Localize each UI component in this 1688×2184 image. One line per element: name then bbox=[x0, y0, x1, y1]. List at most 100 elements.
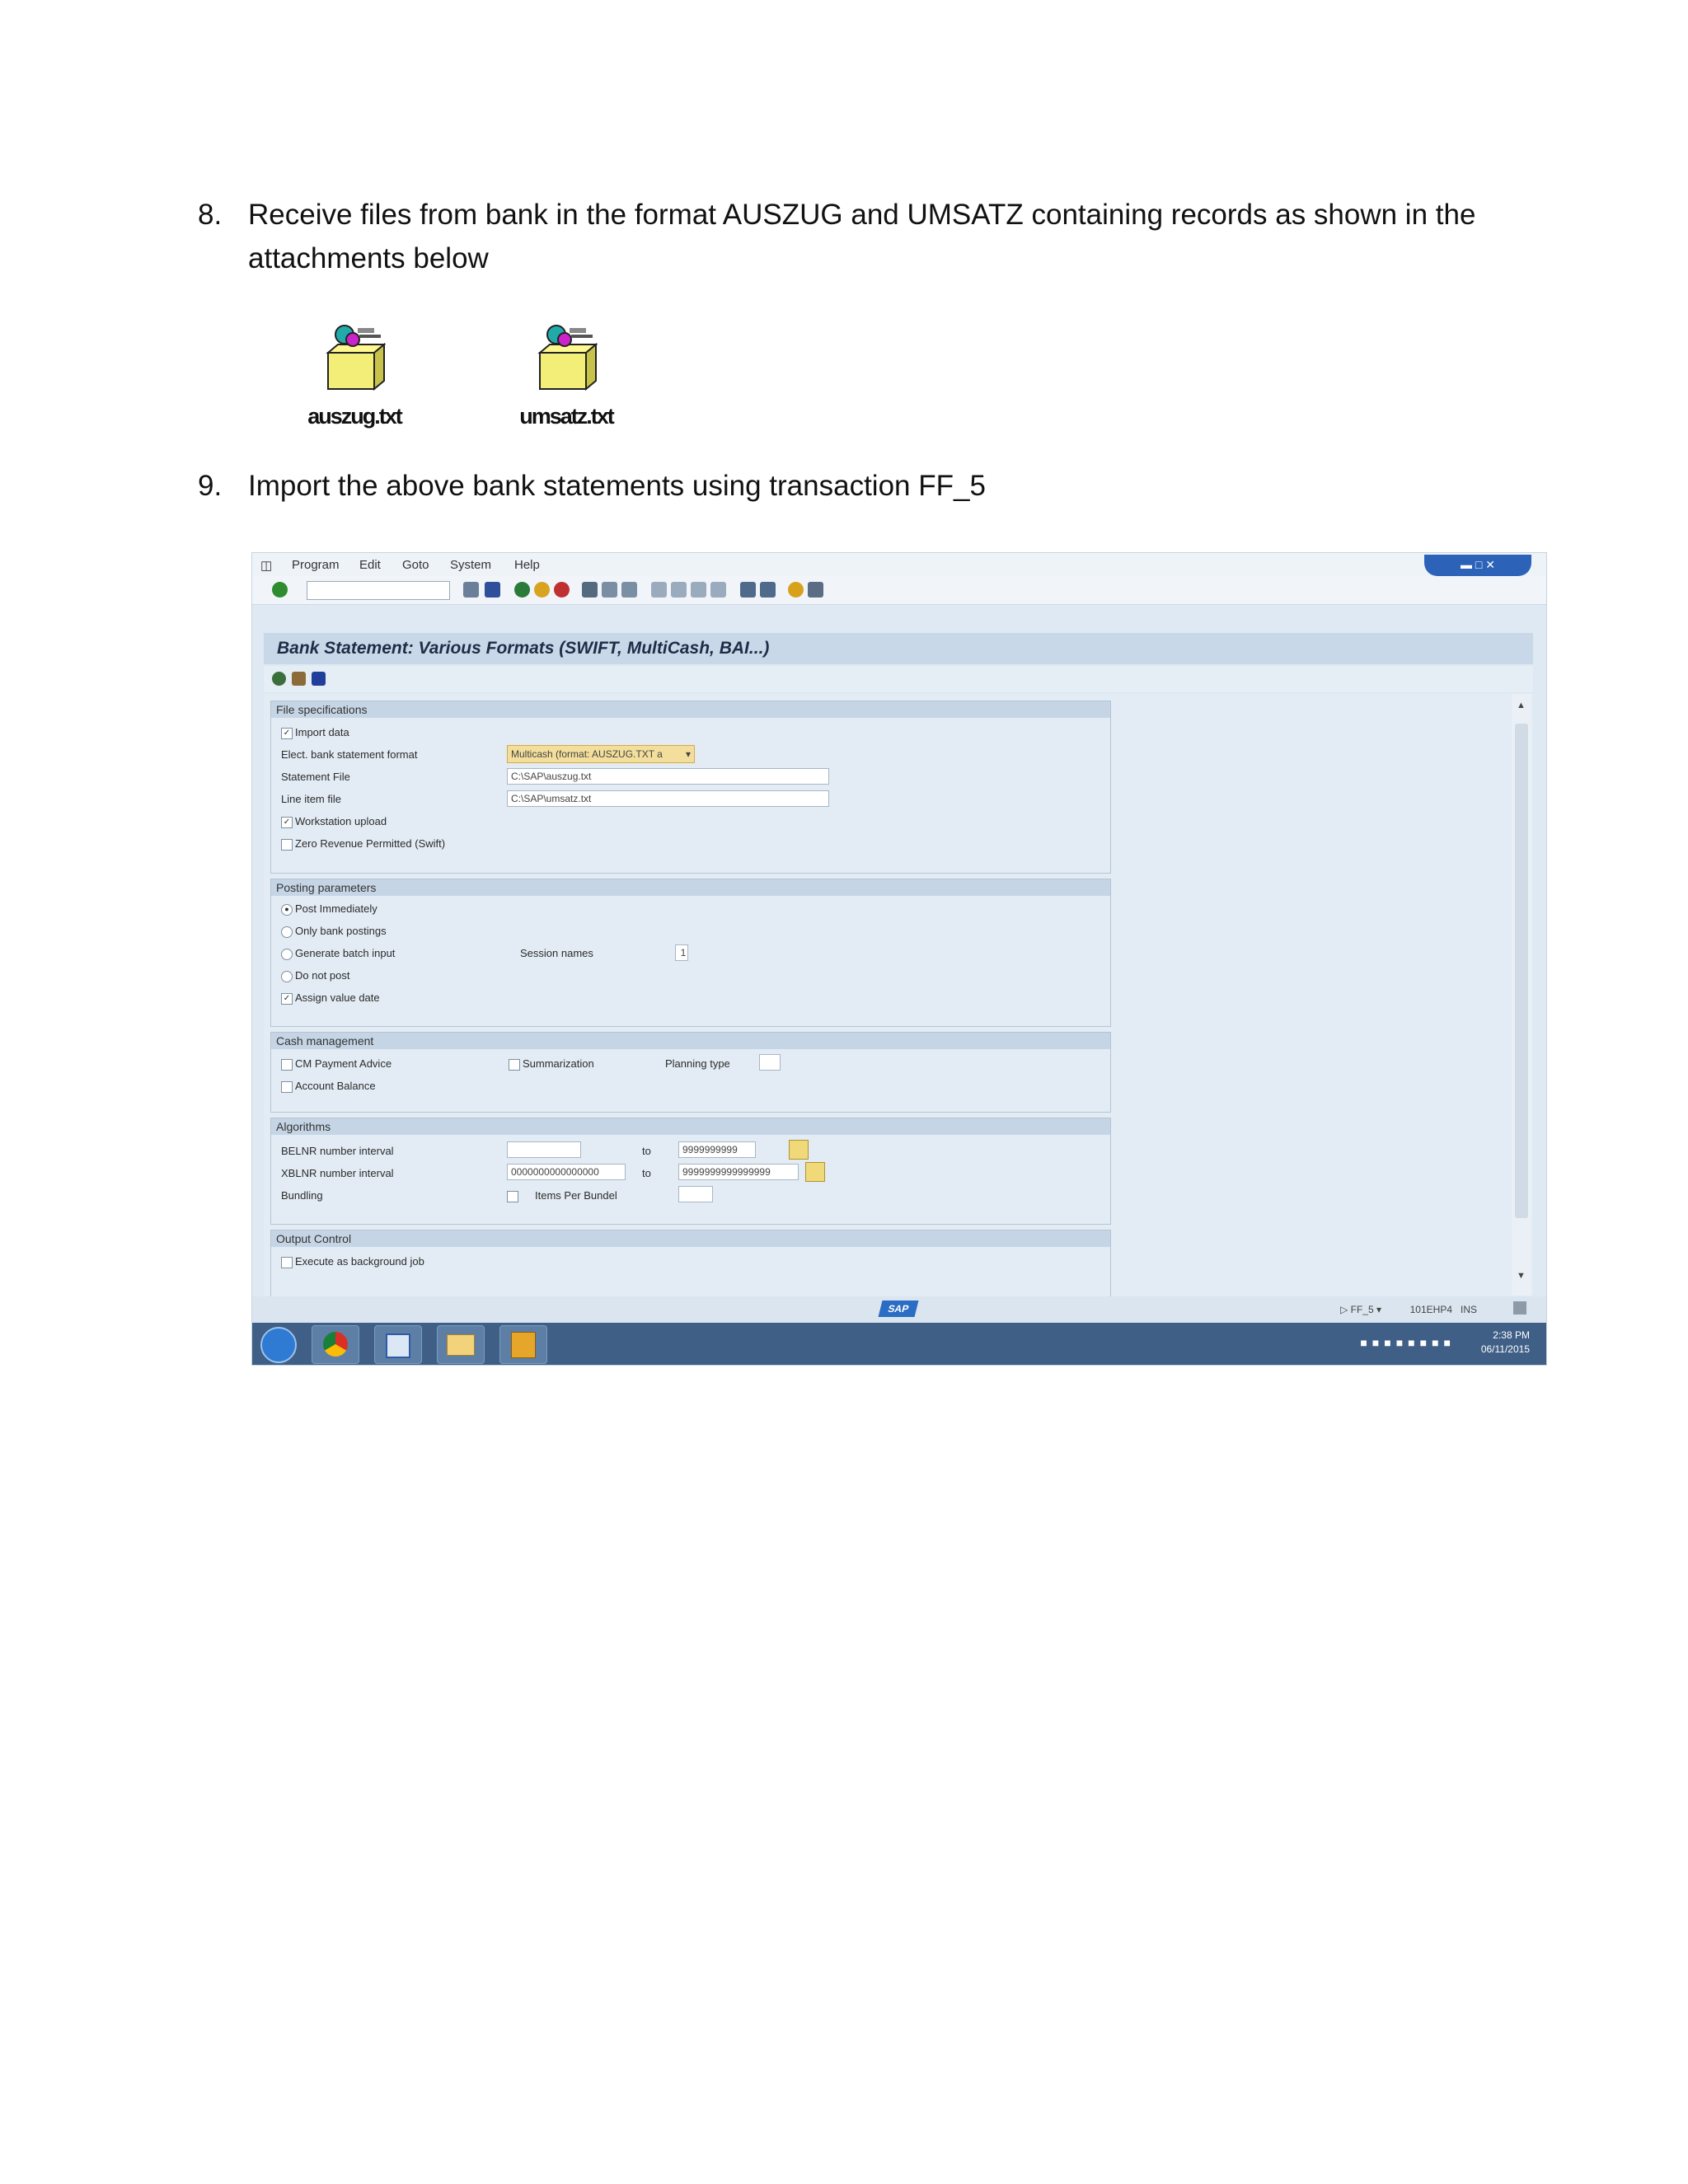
package-file-icon bbox=[323, 323, 387, 405]
prev-page-icon[interactable] bbox=[671, 582, 687, 598]
help-icon[interactable] bbox=[788, 582, 804, 598]
enter-icon[interactable] bbox=[272, 582, 288, 598]
xblnr-to-input[interactable]: 9999999999999999 bbox=[678, 1164, 799, 1180]
checkbox[interactable] bbox=[281, 1256, 293, 1268]
cm-payment-advice-checkbox[interactable]: CM Payment Advice bbox=[281, 1057, 392, 1071]
start-icon[interactable] bbox=[260, 1327, 297, 1363]
step-number: 9. bbox=[198, 470, 223, 502]
info-icon[interactable] bbox=[312, 672, 326, 686]
menu-icon[interactable]: ◫ bbox=[260, 558, 272, 573]
exit-icon[interactable] bbox=[534, 582, 550, 598]
bundling-checkbox[interactable] bbox=[507, 1189, 521, 1202]
menu-program[interactable]: Program bbox=[292, 558, 340, 572]
group-header: Output Control bbox=[271, 1230, 1110, 1247]
attachment-label: umsatz.txt bbox=[519, 404, 615, 429]
sap-logon-icon[interactable] bbox=[499, 1325, 547, 1364]
multiple-selection-icon[interactable] bbox=[789, 1140, 809, 1160]
application-toolbar bbox=[264, 666, 1533, 692]
vertical-scrollbar[interactable]: ▲ ▼ bbox=[1512, 694, 1531, 1296]
import-data-checkbox[interactable]: ✓ Import data bbox=[281, 726, 349, 739]
checkbox[interactable] bbox=[507, 1190, 518, 1202]
first-page-icon[interactable] bbox=[651, 582, 667, 598]
checkbox[interactable]: ✓ bbox=[281, 816, 293, 828]
step-text-line2: attachments below bbox=[248, 242, 489, 274]
window-controls[interactable]: ▬ □ ✕ bbox=[1424, 555, 1531, 576]
belnr-from-input[interactable] bbox=[507, 1141, 581, 1158]
folder-icon[interactable] bbox=[437, 1325, 485, 1364]
xblnr-from-input[interactable]: 0000000000000000 bbox=[507, 1164, 626, 1180]
step-text: Receive files from bank in the format AU… bbox=[248, 193, 1475, 280]
checkbox[interactable] bbox=[281, 838, 293, 851]
attachment-umsatz[interactable]: umsatz.txt bbox=[496, 323, 636, 429]
checkbox[interactable]: ✓ bbox=[281, 992, 293, 1005]
checkbox-label: CM Payment Advice bbox=[295, 1057, 392, 1070]
checkbox-label: Summarization bbox=[523, 1057, 594, 1070]
find-next-icon[interactable] bbox=[621, 582, 637, 598]
command-field[interactable] bbox=[307, 581, 450, 600]
workstation-upload-checkbox[interactable]: ✓ Workstation upload bbox=[281, 815, 387, 828]
scroll-thumb[interactable] bbox=[1515, 724, 1528, 1218]
belnr-to-input[interactable]: 9999999999 bbox=[678, 1141, 756, 1158]
shortcut-icon[interactable] bbox=[760, 582, 776, 598]
system-tray: 2:38 PM 06/11/2015 bbox=[1481, 1329, 1530, 1357]
clock-date: 06/11/2015 bbox=[1480, 1343, 1530, 1355]
layout-icon[interactable] bbox=[808, 582, 823, 598]
variant-icon[interactable] bbox=[292, 672, 306, 686]
checkbox[interactable] bbox=[281, 1080, 293, 1093]
to-label: to bbox=[642, 1167, 651, 1179]
post-immediately-radio[interactable]: ● Post Immediately bbox=[281, 902, 377, 916]
assign-value-date-checkbox[interactable]: ✓ Assign value date bbox=[281, 991, 380, 1005]
last-page-icon[interactable] bbox=[710, 582, 726, 598]
account-balance-checkbox[interactable]: Account Balance bbox=[281, 1080, 376, 1093]
menu-goto[interactable]: Goto bbox=[402, 558, 429, 572]
print-icon[interactable] bbox=[582, 582, 598, 598]
next-page-icon[interactable] bbox=[691, 582, 706, 598]
menu-help[interactable]: Help bbox=[514, 558, 540, 572]
status-ins: INS bbox=[1460, 1304, 1477, 1315]
status-transaction: ▷ FF_5 ▾ bbox=[1340, 1304, 1381, 1315]
tray-icons[interactable]: ■■■■■■■■ bbox=[1360, 1336, 1456, 1349]
lock-icon[interactable] bbox=[1513, 1301, 1526, 1315]
attachment-auszug[interactable]: auszug.txt bbox=[284, 323, 424, 429]
save-icon[interactable] bbox=[485, 582, 500, 598]
status-system: 101EHP4 bbox=[1409, 1304, 1452, 1315]
radio[interactable] bbox=[281, 926, 293, 938]
menu-bar: ◫ Program Edit Goto System Help ▬ □ ✕ bbox=[252, 553, 1546, 576]
execute-background-checkbox[interactable]: Execute as background job bbox=[281, 1255, 424, 1268]
generate-batch-input-radio[interactable]: Generate batch input bbox=[281, 947, 395, 960]
do-not-post-radio[interactable]: Do not post bbox=[281, 969, 350, 982]
scroll-down-icon[interactable]: ▼ bbox=[1517, 1271, 1526, 1281]
planning-type-input[interactable] bbox=[759, 1054, 781, 1071]
items-per-bundle-input[interactable] bbox=[678, 1186, 713, 1202]
document-app-icon[interactable] bbox=[374, 1325, 422, 1364]
checkbox[interactable] bbox=[509, 1058, 520, 1071]
step-9: 9. Import the above bank statements usin… bbox=[198, 464, 1599, 509]
cancel-icon[interactable] bbox=[554, 582, 570, 598]
scroll-up-icon[interactable]: ▲ bbox=[1517, 701, 1526, 710]
find-icon[interactable] bbox=[602, 582, 617, 598]
statement-file-input[interactable]: C:\SAP\auszug.txt bbox=[507, 768, 829, 785]
format-dropdown[interactable]: Multicash (format: AUSZUG.TXT a ▾ bbox=[507, 745, 695, 763]
selection-screen: File specifications ✓ Import data Elect. … bbox=[264, 694, 1533, 1301]
multiple-selection-icon[interactable] bbox=[805, 1162, 825, 1182]
zero-revenue-checkbox[interactable]: Zero Revenue Permitted (Swift) bbox=[281, 837, 445, 851]
radio[interactable] bbox=[281, 970, 293, 982]
checkbox[interactable]: ✓ bbox=[281, 727, 293, 739]
radio-label: Post Immediately bbox=[295, 902, 377, 915]
back-icon[interactable] bbox=[463, 582, 479, 598]
menu-edit[interactable]: Edit bbox=[359, 558, 381, 572]
new-session-icon[interactable] bbox=[740, 582, 756, 598]
group-header: File specifications bbox=[271, 701, 1110, 718]
execute-icon[interactable] bbox=[272, 672, 286, 686]
only-bank-postings-radio[interactable]: Only bank postings bbox=[281, 925, 387, 938]
line-item-file-input[interactable]: C:\SAP\umsatz.txt bbox=[507, 790, 829, 807]
summarization-checkbox[interactable]: Summarization bbox=[509, 1057, 594, 1071]
checkbox[interactable] bbox=[281, 1058, 293, 1071]
radio[interactable] bbox=[281, 948, 293, 960]
radio[interactable]: ● bbox=[281, 903, 293, 916]
step-number: 8. bbox=[198, 199, 223, 231]
menu-system[interactable]: System bbox=[450, 558, 491, 572]
chrome-icon[interactable] bbox=[312, 1325, 359, 1364]
back-green-icon[interactable] bbox=[514, 582, 530, 598]
session-names-input[interactable]: 1 bbox=[675, 944, 688, 961]
